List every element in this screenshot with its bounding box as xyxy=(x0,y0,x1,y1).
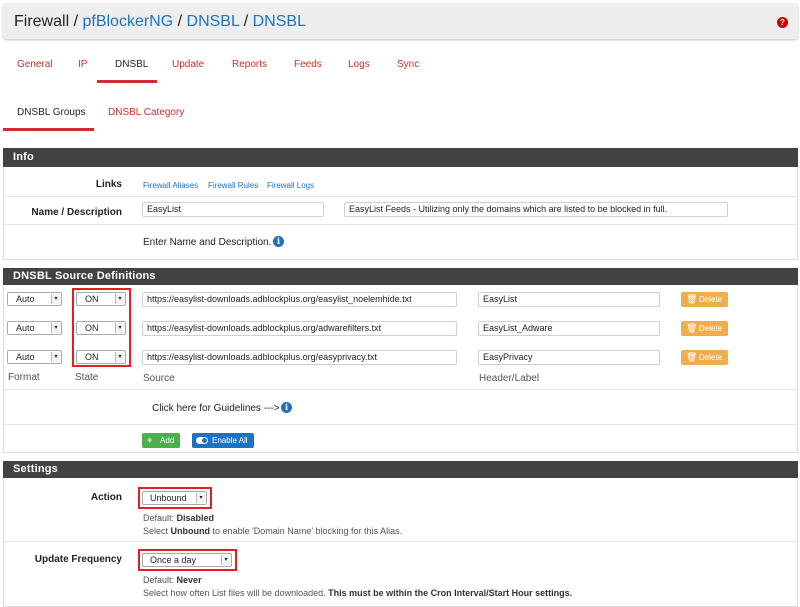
tab-reports[interactable]: Reports xyxy=(232,58,267,72)
subtab-dnsbl-groups[interactable]: DNSBL Groups xyxy=(17,106,86,120)
format-select-2[interactable]: Auto ▾ xyxy=(7,321,62,335)
tab-dnsbl[interactable]: DNSBL xyxy=(115,58,148,72)
column-label-state: State xyxy=(75,372,99,383)
divider xyxy=(4,224,797,225)
divider xyxy=(4,389,797,390)
enable-all-button[interactable]: Enable All xyxy=(192,433,254,448)
tab-logs[interactable]: Logs xyxy=(348,58,370,72)
state-column-highlight xyxy=(72,288,131,367)
trash-icon: 🗑 xyxy=(686,294,698,304)
divider xyxy=(4,541,797,542)
page-header: Firewall / pfBlockerNG / DNSBL / DNSBL ? xyxy=(3,3,798,39)
update-frequency-highlight xyxy=(138,549,237,571)
active-subtab-indicator xyxy=(3,128,94,131)
source-url-input-2[interactable]: https://easylist-downloads.adblockplus.o… xyxy=(142,321,457,336)
info-icon[interactable]: i xyxy=(273,236,284,247)
toggle-icon xyxy=(196,437,208,444)
update-help: Select how often List files will be down… xyxy=(143,588,573,598)
chevron-down-icon: ▾ xyxy=(51,294,60,304)
chevron-down-icon: ▾ xyxy=(51,323,60,333)
tab-sync[interactable]: Sync xyxy=(397,58,419,72)
active-tab-indicator xyxy=(97,80,157,83)
link-firewall-logs[interactable]: Firewall Logs xyxy=(267,181,314,190)
link-firewall-aliases[interactable]: Firewall Aliases xyxy=(143,181,198,190)
name-description-label: Name / Description xyxy=(31,207,122,218)
question-circle-icon[interactable]: ? xyxy=(777,17,788,28)
update-default: Default: Never xyxy=(143,575,202,585)
source-url-input-1[interactable]: https://easylist-downloads.adblockplus.o… xyxy=(142,292,457,307)
link-firewall-rules[interactable]: Firewall Rules xyxy=(208,181,258,190)
description-input[interactable]: EasyList Feeds - Utilizing only the doma… xyxy=(344,202,728,217)
action-help: Select Unbound to enable 'Domain Name' b… xyxy=(143,526,403,536)
action-default: Default: Disabled xyxy=(143,513,215,523)
info-panel-header: Info xyxy=(3,148,798,167)
column-label-source: Source xyxy=(143,373,175,384)
info-icon[interactable]: i xyxy=(281,402,292,413)
breadcrumb-dnsbl[interactable]: DNSBL xyxy=(187,13,240,30)
column-label-header: Header/Label xyxy=(479,373,540,384)
delete-button-1[interactable]: 🗑 Delete xyxy=(681,292,729,307)
action-label: Action xyxy=(90,492,122,503)
name-input[interactable]: EasyList xyxy=(142,202,324,217)
divider xyxy=(4,196,797,197)
sources-panel-header: DNSBL Source Definitions xyxy=(3,268,798,285)
tab-update[interactable]: Update xyxy=(172,58,204,72)
tab-ip[interactable]: IP xyxy=(78,58,87,72)
breadcrumb-dnsbl-current[interactable]: DNSBL xyxy=(253,13,306,30)
add-button[interactable]: + Add xyxy=(142,433,181,448)
subtab-dnsbl-category[interactable]: DNSBL Category xyxy=(108,106,184,120)
divider xyxy=(4,424,797,425)
header-label-input-2[interactable]: EasyList_Adware xyxy=(478,321,660,336)
chevron-down-icon: ▾ xyxy=(51,352,60,362)
delete-button-3[interactable]: 🗑 Delete xyxy=(681,350,729,365)
action-highlight xyxy=(138,487,212,509)
plus-icon: + xyxy=(147,435,153,445)
trash-icon: 🗑 xyxy=(686,323,698,333)
header-label-input-3[interactable]: EasyPrivacy xyxy=(478,350,660,365)
links-label: Links xyxy=(95,179,122,190)
breadcrumb-pfblockerng[interactable]: pfBlockerNG xyxy=(82,13,173,30)
tab-general[interactable]: General xyxy=(17,58,53,72)
header-label-input-1[interactable]: EasyList xyxy=(478,292,660,307)
guidelines-text[interactable]: Click here for Guidelines ---> xyxy=(152,403,280,414)
source-url-input-3[interactable]: https://easylist-downloads.adblockplus.o… xyxy=(142,350,457,365)
column-label-format: Format xyxy=(8,372,40,383)
trash-icon: 🗑 xyxy=(686,352,698,362)
delete-button-2[interactable]: 🗑 Delete xyxy=(681,321,729,336)
settings-panel-header: Settings xyxy=(3,461,798,478)
tab-feeds[interactable]: Feeds xyxy=(294,58,322,72)
update-frequency-label: Update Frequency xyxy=(34,554,122,565)
breadcrumb-firewall: Firewall xyxy=(14,13,70,30)
name-help-text: Enter Name and Description. xyxy=(143,237,272,248)
breadcrumb: Firewall / pfBlockerNG / DNSBL / DNSBL xyxy=(14,13,306,30)
format-select-3[interactable]: Auto ▾ xyxy=(7,350,62,364)
format-select-1[interactable]: Auto ▾ xyxy=(7,292,62,306)
